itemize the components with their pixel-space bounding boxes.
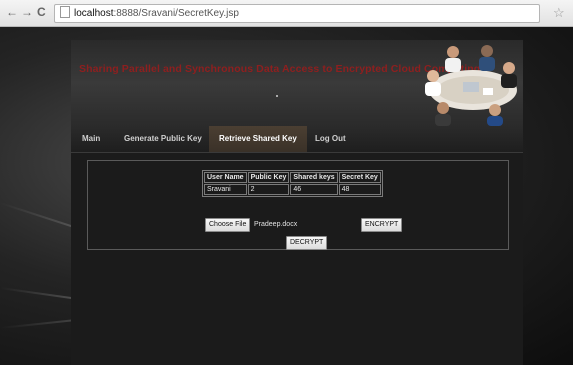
site-title: Sharing Parallel and Synchronous Data Ac… — [79, 63, 481, 75]
forward-arrow-icon[interactable]: → — [21, 5, 33, 19]
encrypt-button[interactable]: ENCRYPT — [361, 218, 403, 232]
cell-shared-keys: 46 — [290, 184, 338, 195]
address-bar[interactable]: localhost:8888/Sravani/SecretKey.jsp — [54, 4, 540, 23]
team-photo-image — [425, 45, 517, 126]
keys-table: User Name Public Key Shared keys Secret … — [202, 170, 383, 197]
url-host: localhost — [74, 8, 114, 19]
column-header: Secret Key — [338, 172, 381, 183]
header-dot — [276, 95, 278, 97]
content-panel: User Name Public Key Shared keys Secret … — [87, 160, 509, 250]
nav-log-out[interactable]: Log Out — [315, 126, 346, 152]
cell-public-key: 2 — [247, 184, 290, 195]
bookmark-star-icon[interactable]: ☆ — [553, 5, 565, 21]
column-header: User Name — [204, 172, 247, 183]
column-header: Public Key — [247, 172, 290, 183]
decrypt-button[interactable]: DECRYPT — [286, 236, 328, 250]
site-container: Sharing Parallel and Synchronous Data Ac… — [71, 40, 523, 365]
nav-retrieve-shared-key[interactable]: Retrieve Shared Key — [209, 126, 307, 152]
site-header: Sharing Parallel and Synchronous Data Ac… — [71, 40, 523, 126]
table-row: Sravani 2 46 48 — [204, 184, 381, 195]
main-nav: Main Generate Public Key Retrieve Shared… — [71, 126, 523, 153]
nav-generate-public-key[interactable]: Generate Public Key — [124, 126, 202, 152]
column-header: Shared keys — [290, 172, 338, 183]
selected-file-name: Pradeep.docx — [254, 221, 298, 228]
browser-toolbar: ← → C localhost:8888/Sravani/SecretKey.j… — [0, 0, 573, 27]
reload-icon[interactable]: C — [37, 5, 46, 19]
url-path: :8888/Sravani/SecretKey.jsp — [113, 8, 239, 19]
table-header-row: User Name Public Key Shared keys Secret … — [204, 172, 381, 183]
cell-secret-key: 48 — [338, 184, 381, 195]
choose-file-button[interactable]: Choose File — [205, 218, 251, 232]
nav-main[interactable]: Main — [82, 126, 100, 152]
page-icon — [60, 6, 70, 18]
cell-user-name: Sravani — [204, 184, 247, 195]
back-arrow-icon[interactable]: ← — [6, 5, 18, 19]
